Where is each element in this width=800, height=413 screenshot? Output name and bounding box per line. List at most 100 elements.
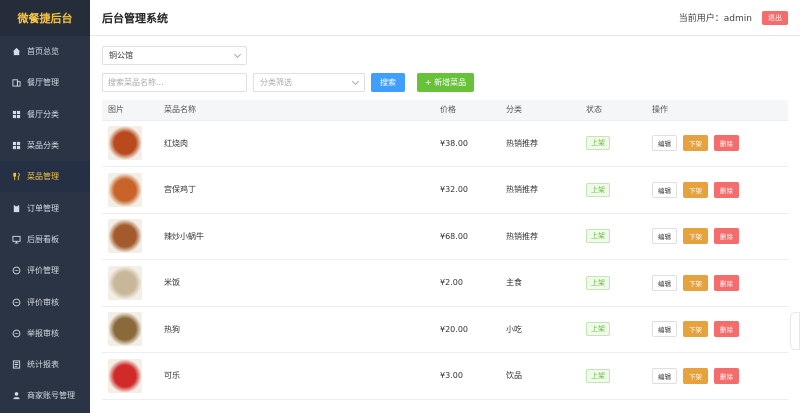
edit-button[interactable]: 编辑 (652, 135, 677, 152)
floating-side-tab[interactable] (790, 312, 800, 350)
brand-logo: 微餐捷后台 (0, 0, 90, 36)
delete-button[interactable]: 删除 (714, 228, 739, 245)
chevron-down-icon (233, 50, 242, 58)
dish-name: 米饭 (158, 259, 434, 307)
sidebar-nav: 首页总览餐厅管理餐厅分类菜品分类菜品管理 订单管理 后厨看板评价管理评价审核 举报审核… (0, 36, 90, 412)
dish-image-cell (102, 352, 158, 400)
actions-cell: 编辑 下架 删除 (646, 259, 788, 307)
status-badge: 上架 (586, 136, 610, 151)
actions-cell: 编辑 下架 删除 (646, 213, 788, 260)
table-row: 红烧肉 ¥38.00 热销推荐 上架 编辑 下架 删除 (102, 120, 788, 167)
delete-button[interactable]: 删除 (714, 181, 739, 198)
status-badge: 上架 (586, 229, 610, 244)
status-badge: 上架 (586, 368, 610, 383)
sidebar-item-label: 餐厅管理 (27, 78, 59, 88)
grid-icon (12, 110, 21, 119)
delete-button[interactable]: 删除 (714, 367, 739, 384)
sidebar-item-label: 评价管理 (27, 266, 59, 276)
status-badge: 上架 (586, 182, 610, 197)
delete-button[interactable]: 删除 (714, 321, 739, 338)
current-user-label: 当前用户：admin (678, 14, 752, 24)
column-header: 价格 (434, 100, 500, 121)
building-icon (12, 78, 21, 87)
chat-icon (12, 266, 21, 275)
delete-button[interactable]: 删除 (714, 274, 739, 291)
column-header: 操作 (646, 100, 788, 121)
dish-name: 辣炒小蜗牛 (158, 213, 434, 260)
actions-cell: 编辑 下架 删除 (646, 166, 788, 214)
sidebar-item-6[interactable]: 后厨看板 (0, 224, 90, 255)
take-offline-button[interactable]: 下架 (683, 228, 708, 245)
dish-thumbnail (108, 358, 142, 393)
dish-image-cell (102, 213, 158, 260)
table-row: 宫保鸡丁 ¥32.00 热销推荐 上架 编辑 下架 删除 (102, 166, 788, 214)
dish-category: 主食 (500, 259, 580, 307)
edit-button[interactable]: 编辑 (652, 228, 677, 245)
take-offline-button[interactable]: 下架 (683, 181, 708, 198)
take-offline-button[interactable]: 下架 (683, 274, 708, 291)
actions-cell: 编辑 下架 删除 (646, 120, 788, 167)
dish-category: 饮品 (500, 352, 580, 400)
user-icon (12, 391, 21, 400)
chart-icon (12, 360, 21, 369)
column-header: 分类 (500, 100, 580, 121)
sidebar-item-5[interactable]: 订单管理 (0, 192, 90, 223)
edit-button[interactable]: 编辑 (652, 367, 677, 384)
logout-button[interactable]: 退出 (762, 10, 788, 25)
sidebar-item-10[interactable]: 统计报表 (0, 349, 90, 380)
category-filter-placeholder: 分类筛选 (260, 78, 292, 87)
search-button[interactable]: 搜索 (371, 73, 405, 92)
dish-category: 小吃 (500, 306, 580, 353)
sidebar-item-7[interactable]: 评价管理 (0, 255, 90, 286)
actions-cell: 编辑 下架 删除 (646, 352, 788, 400)
sidebar-item-8[interactable]: 评价审核 (0, 286, 90, 317)
status-cell: 上架 (580, 213, 646, 260)
dish-price: ¥2.00 (434, 259, 500, 307)
actions-cell: 编辑 下架 删除 (646, 306, 788, 353)
sidebar-item-1[interactable]: 餐厅管理 (0, 67, 90, 98)
status-cell: 上架 (580, 306, 646, 353)
edit-button[interactable]: 编辑 (652, 181, 677, 198)
take-offline-button[interactable]: 下架 (683, 135, 708, 152)
chevron-down-icon (351, 77, 360, 85)
sidebar-item-3[interactable]: 菜品分类 (0, 130, 90, 161)
sidebar-item-label: 统计报表 (27, 360, 59, 370)
dish-name: 热狗 (158, 306, 434, 353)
status-cell: 上架 (580, 259, 646, 307)
dish-image-cell (102, 306, 158, 353)
dish-image-cell (102, 166, 158, 214)
sidebar-item-4[interactable]: 菜品管理 (0, 161, 90, 193)
category-filter-select[interactable]: 分类筛选 (253, 73, 365, 92)
take-offline-button[interactable]: 下架 (683, 367, 708, 384)
page-title: 后台管理系统 (102, 11, 168, 25)
dish-name: 红烧肉 (158, 120, 434, 167)
edit-button[interactable]: 编辑 (652, 321, 677, 338)
status-badge: 上架 (586, 275, 610, 290)
user-area: 当前用户：admin 退出 (678, 10, 788, 25)
add-dish-button[interactable]: + 新增菜品 (417, 73, 474, 92)
sidebar: 微餐捷后台 首页总览餐厅管理餐厅分类菜品分类菜品管理 订单管理 后厨看板评价管理评价… (0, 0, 90, 413)
table-row: 辣炒小蜗牛 ¥68.00 热销推荐 上架 编辑 下架 删除 (102, 213, 788, 260)
sidebar-item-0[interactable]: 首页总览 (0, 36, 90, 67)
delete-button[interactable]: 删除 (714, 135, 739, 152)
dish-price: ¥38.00 (434, 120, 500, 167)
column-header: 图片 (102, 100, 158, 121)
search-input[interactable]: 搜索菜品名称... (102, 73, 247, 92)
sidebar-item-label: 菜品分类 (27, 141, 59, 151)
dish-name: 可乐 (158, 352, 434, 400)
edit-button[interactable]: 编辑 (652, 274, 677, 291)
status-badge: 上架 (586, 322, 610, 337)
restaurant-select[interactable]: 铜公馆 (102, 46, 247, 65)
table-body: 红烧肉 ¥38.00 热销推荐 上架 编辑 下架 删除 宫保鸡丁 ¥32.00 热销推荐 上架 编辑下… (102, 120, 788, 400)
table-header-row: 图片 菜品名称 价格 分类 状态 操作 (102, 100, 788, 121)
chat-icon (12, 298, 21, 307)
home-icon (12, 47, 21, 56)
dish-table: 图片 菜品名称 价格 分类 状态 操作 红烧肉 ¥38.00 热销推荐 上架 编辑 下架 删除 宫保鸡丁… (102, 100, 788, 400)
utensils-icon (12, 172, 21, 181)
sidebar-item-label: 商家账号管理 (27, 391, 75, 401)
dish-category: 热销推荐 (500, 213, 580, 260)
take-offline-button[interactable]: 下架 (683, 321, 708, 338)
sidebar-item-2[interactable]: 餐厅分类 (0, 99, 90, 130)
sidebar-item-11[interactable]: 商家账号管理 (0, 380, 90, 411)
sidebar-item-9[interactable]: 举报审核 (0, 318, 90, 349)
